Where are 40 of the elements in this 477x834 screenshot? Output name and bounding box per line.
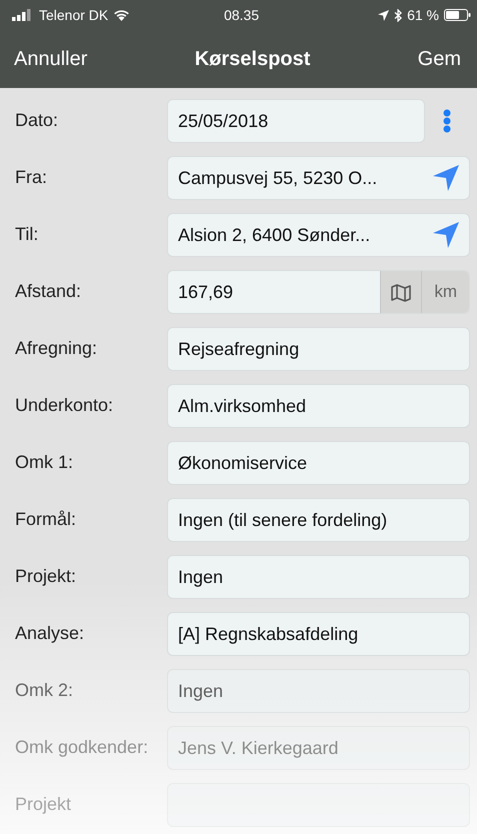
- save-button[interactable]: Gem: [418, 48, 461, 70]
- address-field[interactable]: Campusvej 55, 5230 O...: [167, 156, 470, 200]
- field-label: Dato:: [15, 111, 60, 131]
- cancel-button[interactable]: Annuller: [14, 48, 88, 70]
- address-field[interactable]: Alsion 2, 6400 Sønder...: [167, 213, 470, 257]
- input-field[interactable]: Økonomiservice: [167, 441, 470, 485]
- map-icon: [391, 282, 412, 302]
- field-label: Formål:: [15, 510, 78, 530]
- input-field[interactable]: Ingen: [167, 555, 470, 599]
- more-icon[interactable]: [443, 109, 451, 133]
- date-field[interactable]: 25/05/2018: [167, 99, 425, 143]
- field-label: Underkonto:: [15, 396, 114, 416]
- input-field[interactable]: Ingen (til senere fordeling): [167, 498, 470, 542]
- battery-icon: [444, 9, 471, 21]
- map-button[interactable]: [380, 271, 422, 313]
- field-label: Fra:: [15, 168, 48, 188]
- location-icon: [378, 10, 390, 20]
- input-field[interactable]: Alm.virksomhed: [167, 384, 470, 428]
- distance-value[interactable]: 167,69: [178, 282, 380, 302]
- field-label: Afstand:: [15, 282, 82, 302]
- field-label: Projekt: [15, 795, 72, 815]
- field-label: Omk 2:: [15, 681, 74, 701]
- location-arrow-icon[interactable]: [433, 222, 459, 248]
- field-label: Afregning:: [15, 339, 98, 359]
- field-label: Til:: [15, 225, 40, 245]
- field-label: Analyse:: [15, 624, 86, 644]
- field-label: Projekt:: [15, 567, 78, 587]
- input-field[interactable]: Rejseafregning: [167, 327, 470, 371]
- bluetooth-icon: [394, 8, 402, 22]
- location-arrow-icon[interactable]: [433, 165, 459, 191]
- field-label: Omk 1:: [15, 453, 74, 473]
- field-label: Omk godkender:: [15, 738, 150, 758]
- input-field[interactable]: [A] Regnskabsafdeling: [167, 612, 470, 656]
- battery-percent: 61 %: [407, 7, 439, 23]
- carrier-name: Telenor DK: [39, 7, 108, 23]
- input-field[interactable]: Ingen: [167, 669, 470, 713]
- unit-label: km: [421, 271, 469, 313]
- clock-time: 08.35: [224, 7, 260, 23]
- wifi-icon: [113, 9, 130, 21]
- screen-title: Kørselspost: [194, 48, 310, 70]
